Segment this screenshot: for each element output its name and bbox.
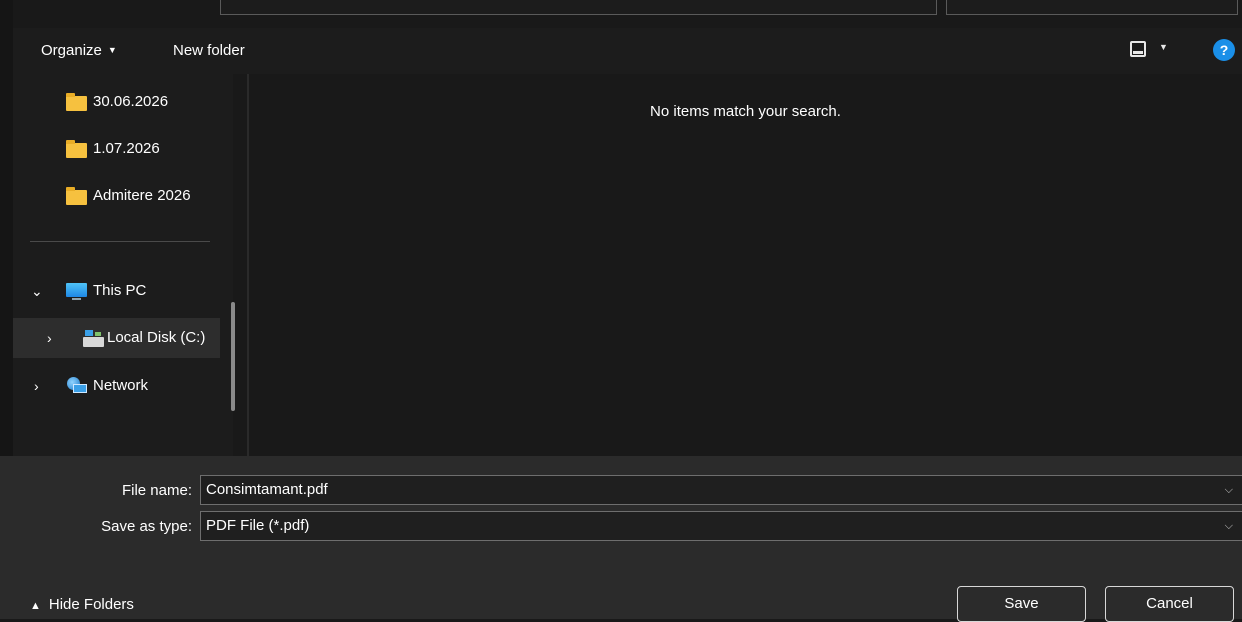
- cancel-button[interactable]: Cancel: [1105, 586, 1234, 622]
- folder-icon: [66, 187, 87, 205]
- chevron-down-icon[interactable]: ⌵: [1225, 512, 1233, 540]
- organize-button[interactable]: Organize ▼: [41, 28, 117, 74]
- nav-folder-label: 1.07.2026: [93, 140, 160, 157]
- view-options-button[interactable]: ▼: [1127, 39, 1177, 63]
- nav-folder-admitere-2026[interactable]: Admitere 2026: [13, 176, 220, 216]
- nav-folder-1-07-2026[interactable]: 1.07.2026: [13, 129, 220, 169]
- folder-icon: [66, 140, 87, 158]
- nav-folder-30-06-2026[interactable]: 30.06.2026: [13, 82, 220, 122]
- file-list-area: No items match your search.: [249, 74, 1242, 456]
- organize-label: Organize: [41, 42, 102, 59]
- chevron-up-icon: ▲: [30, 600, 41, 612]
- address-bar[interactable]: [220, 0, 937, 15]
- save-type-value: PDF File (*.pdf): [206, 517, 310, 534]
- search-box[interactable]: [946, 0, 1238, 15]
- chevron-down-icon[interactable]: ⌵: [1225, 476, 1233, 504]
- network-icon: [65, 377, 87, 394]
- caret-down-icon: ▼: [107, 45, 117, 55]
- save-type-label: Save as type:: [101, 518, 192, 535]
- nav-local-disk-label: Local Disk (C:): [107, 329, 206, 346]
- nav-folder-label: 30.06.2026: [93, 93, 169, 110]
- command-bar: Organize ▼ New folder ▼ ?: [13, 28, 1242, 74]
- help-button[interactable]: ?: [1213, 39, 1235, 61]
- nav-this-pc[interactable]: ⌄ This PC: [13, 271, 220, 311]
- nav-network-label: Network: [93, 377, 149, 394]
- nav-network[interactable]: › Network: [13, 366, 220, 406]
- drive-icon: [83, 330, 104, 347]
- hide-folders-label: Hide Folders: [48, 596, 134, 613]
- nav-local-disk[interactable]: › Local Disk (C:): [13, 318, 220, 358]
- chevron-right-icon[interactable]: ›: [47, 318, 52, 358]
- view-options-icon: [1130, 41, 1146, 57]
- file-name-value: Consimtamant.pdf: [206, 481, 328, 498]
- folder-icon: [66, 93, 87, 111]
- hide-folders-button[interactable]: ▲ Hide Folders: [30, 596, 134, 613]
- new-folder-button[interactable]: New folder: [173, 28, 245, 74]
- file-name-label: File name:: [121, 482, 192, 499]
- save-button[interactable]: Save: [957, 586, 1086, 622]
- navigation-pane: 30.06.2026 1.07.2026 Admitere 2026 ⌄ Thi…: [13, 74, 233, 456]
- caret-down-icon: ▼: [1159, 42, 1168, 52]
- chevron-down-icon[interactable]: ⌄: [31, 271, 43, 311]
- nav-folder-label: Admitere 2026: [93, 187, 191, 204]
- chevron-right-icon[interactable]: ›: [34, 366, 39, 406]
- empty-state-message: No items match your search.: [650, 103, 841, 120]
- save-type-select[interactable]: PDF File (*.pdf) ⌵: [200, 511, 1242, 541]
- computer-icon: [66, 283, 87, 300]
- nav-this-pc-label: This PC: [93, 282, 147, 299]
- nav-scrollbar[interactable]: [231, 302, 235, 411]
- nav-separator: [30, 241, 210, 242]
- file-name-field[interactable]: Consimtamant.pdf ⌵: [200, 475, 1242, 505]
- save-options-panel: File name: Consimtamant.pdf ⌵ Save as ty…: [0, 456, 1242, 622]
